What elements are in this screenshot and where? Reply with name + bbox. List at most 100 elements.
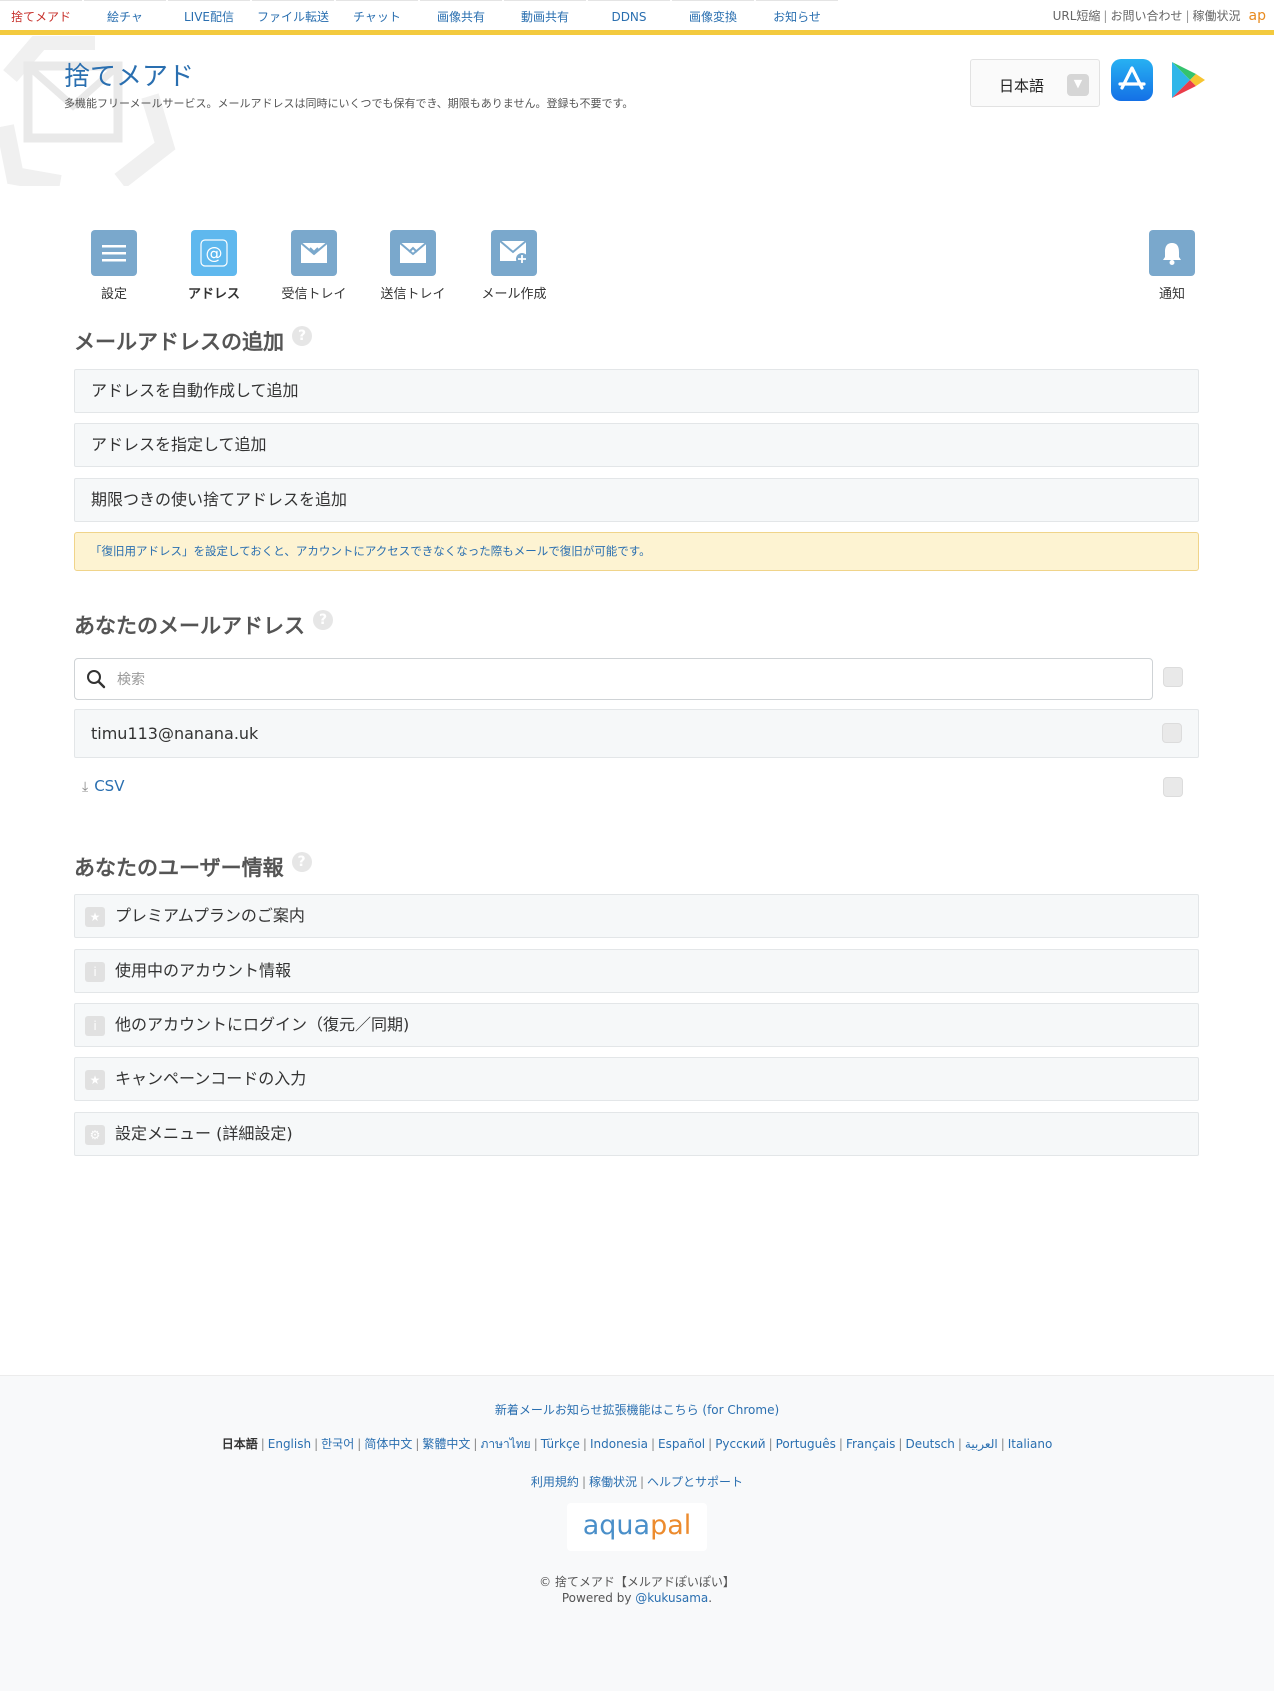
menu-settings-label: 設定: [100, 287, 127, 302]
address-search: [74, 658, 1153, 700]
contact-link[interactable]: お問い合わせ: [1110, 9, 1182, 23]
tab-file-transfer[interactable]: ファイル転送: [252, 0, 334, 30]
download-icon: ⤓: [82, 779, 89, 795]
menu-compose[interactable]: メール作成: [477, 230, 551, 302]
tab-news[interactable]: お知らせ: [756, 0, 838, 30]
account-info-label: 使用中のアカウント情報: [115, 961, 292, 980]
tab-image-share[interactable]: 画像共有: [420, 0, 502, 30]
info-icon: i: [85, 962, 105, 982]
tab-image-convert[interactable]: 画像変換: [672, 0, 754, 30]
menu-notify[interactable]: 通知: [1149, 230, 1195, 302]
auto-create-address-button[interactable]: アドレスを自動作成して追加: [74, 369, 1199, 413]
top-navigation: 捨てメアド 絵チャ LIVE配信 ファイル転送 チャット 画像共有 動画共有 D…: [0, 0, 1274, 36]
tab-video-share[interactable]: 動画共有: [504, 0, 586, 30]
lang-italian[interactable]: Italiano: [1008, 1437, 1053, 1451]
help-icon[interactable]: ?: [292, 326, 312, 346]
help-support-link[interactable]: ヘルプとサポート: [647, 1475, 743, 1489]
lang-german[interactable]: Deutsch: [905, 1437, 954, 1451]
inbox-mail-icon: [291, 230, 337, 276]
url-shortener-link[interactable]: URL短縮: [1053, 9, 1101, 23]
menu-settings[interactable]: 設定: [87, 230, 141, 302]
tab-oekaki-chat[interactable]: 絵チャ: [84, 0, 166, 30]
add-address-heading: メールアドレスの追加?: [74, 326, 312, 356]
menu-outbox[interactable]: 送信トレイ: [377, 230, 449, 302]
tab-disposable-mail[interactable]: 捨てメアド: [0, 0, 82, 30]
help-icon[interactable]: ?: [313, 610, 333, 630]
login-other-account-label: 他のアカウントにログイン（復元／同期): [115, 1015, 410, 1034]
terms-link[interactable]: 利用規約: [531, 1475, 579, 1489]
add-address-title: メールアドレスの追加: [74, 330, 284, 354]
lang-turkish[interactable]: Türkçe: [541, 1437, 580, 1451]
at-sign-icon: @: [191, 230, 237, 276]
aquapal-logo[interactable]: aquapal: [567, 1503, 707, 1551]
footer-links: 利用規約 | 稼働状況 | ヘルプとサポート: [530, 1475, 744, 1489]
your-addresses-heading: あなたのメールアドレス?: [74, 610, 333, 640]
language-select[interactable]: 日本語 ▼: [970, 59, 1100, 107]
address-text: timu113@nanana.uk: [91, 724, 259, 743]
powered-by-suffix: .: [708, 1591, 713, 1605]
top-right-links: URL短縮 | お問い合わせ | 稼働状況 ap: [1052, 8, 1266, 24]
menu-notify-label: 通知: [1158, 287, 1185, 302]
site-title[interactable]: 捨てメアド: [64, 56, 194, 93]
powered-by-prefix: Powered by: [561, 1591, 636, 1605]
aquapal-logo-aqua: aqua: [582, 1510, 651, 1541]
csv-label: CSV: [94, 777, 125, 795]
temporary-address-button[interactable]: 期限つきの使い捨てアドレスを追加: [74, 478, 1199, 522]
status-link[interactable]: 稼働状況: [1193, 9, 1241, 23]
google-play-icon[interactable]: [1166, 59, 1208, 101]
lang-english[interactable]: English: [268, 1437, 311, 1451]
menu-address[interactable]: @ アドレス: [180, 230, 248, 302]
status-footer-link[interactable]: 稼働状況: [589, 1475, 637, 1489]
chrome-extension-link[interactable]: 新着メールお知らせ拡張機能はこちら (for Chrome): [495, 1403, 779, 1417]
footer: 新着メールお知らせ拡張機能はこちら (for Chrome) 日本語 | Engli…: [0, 1375, 1274, 1691]
csv-checkbox[interactable]: [1163, 777, 1183, 797]
user-info-heading: あなたのユーザー情報?: [74, 852, 312, 882]
login-other-account-button[interactable]: i 他のアカウントにログイン（復元／同期): [74, 1003, 1199, 1047]
gear-icon: ⚙: [85, 1125, 105, 1145]
search-icon: [87, 670, 106, 689]
menu-address-label: アドレス: [187, 287, 240, 302]
powered-by: Powered by @kukusama.: [0, 1591, 1274, 1605]
advanced-settings-label: 設定メニュー (詳細設定): [115, 1124, 293, 1143]
account-info-button[interactable]: i 使用中のアカウント情報: [74, 949, 1199, 993]
user-info-title: あなたのユーザー情報: [74, 856, 284, 880]
lang-russian[interactable]: Русский: [715, 1437, 765, 1451]
tab-chat[interactable]: チャット: [336, 0, 418, 30]
ap-logo[interactable]: ap: [1249, 8, 1266, 24]
lang-indonesian[interactable]: Indonesia: [590, 1437, 648, 1451]
address-list-item[interactable]: timu113@nanana.uk: [74, 709, 1199, 758]
lang-thai[interactable]: ภาษาไทย: [480, 1437, 530, 1451]
lang-arabic[interactable]: العربية: [965, 1437, 998, 1451]
menu-outbox-label: 送信トレイ: [380, 287, 446, 302]
tab-live[interactable]: LIVE配信: [168, 0, 250, 30]
search-input[interactable]: [115, 667, 1139, 693]
help-icon[interactable]: ?: [291, 852, 312, 872]
lang-spanish[interactable]: Español: [658, 1437, 705, 1451]
app-store-icon[interactable]: [1111, 59, 1153, 101]
menu-inbox[interactable]: 受信トレイ: [278, 230, 350, 302]
your-addresses-title: あなたのメールアドレス: [74, 614, 305, 638]
menu-compose-label: メール作成: [481, 287, 547, 302]
recovery-address-notice[interactable]: 「復旧用アドレス」を設定しておくと、アカウントにアクセスできなくなった際もメール…: [74, 532, 1199, 571]
tab-ddns[interactable]: DDNS: [588, 0, 670, 30]
menu-lines-icon: [91, 230, 137, 276]
csv-download-link[interactable]: ⤓ CSV: [82, 777, 124, 795]
lang-korean[interactable]: 한국어: [321, 1437, 354, 1451]
lang-simplified-chinese[interactable]: 简体中文: [364, 1437, 412, 1451]
premium-plan-button[interactable]: ★ プレミアムプランのご案内: [74, 894, 1199, 938]
service-tabs: 捨てメアド 絵チャ LIVE配信 ファイル転送 チャット 画像共有 動画共有 D…: [0, 0, 840, 30]
site-subtitle: 多機能フリーメールサービス。メールアドレスは同時にいくつでも保有でき、期限もあり…: [64, 97, 634, 110]
lang-traditional-chinese[interactable]: 繁體中文: [422, 1437, 470, 1451]
bell-icon: [1149, 230, 1195, 276]
campaign-code-button[interactable]: ★ キャンペーンコードの入力: [74, 1057, 1199, 1101]
specify-address-button[interactable]: アドレスを指定して追加: [74, 423, 1199, 467]
kukusama-link[interactable]: @kukusama: [635, 1591, 708, 1605]
language-select-value: 日本語: [999, 77, 1045, 95]
address-checkbox[interactable]: [1162, 723, 1182, 743]
lang-portuguese[interactable]: Português: [776, 1437, 836, 1451]
campaign-code-label: キャンペーンコードの入力: [115, 1069, 307, 1088]
lang-french[interactable]: Français: [846, 1437, 895, 1451]
info-icon: i: [85, 1016, 105, 1036]
select-all-checkbox[interactable]: [1163, 667, 1183, 687]
advanced-settings-button[interactable]: ⚙ 設定メニュー (詳細設定): [74, 1112, 1199, 1156]
